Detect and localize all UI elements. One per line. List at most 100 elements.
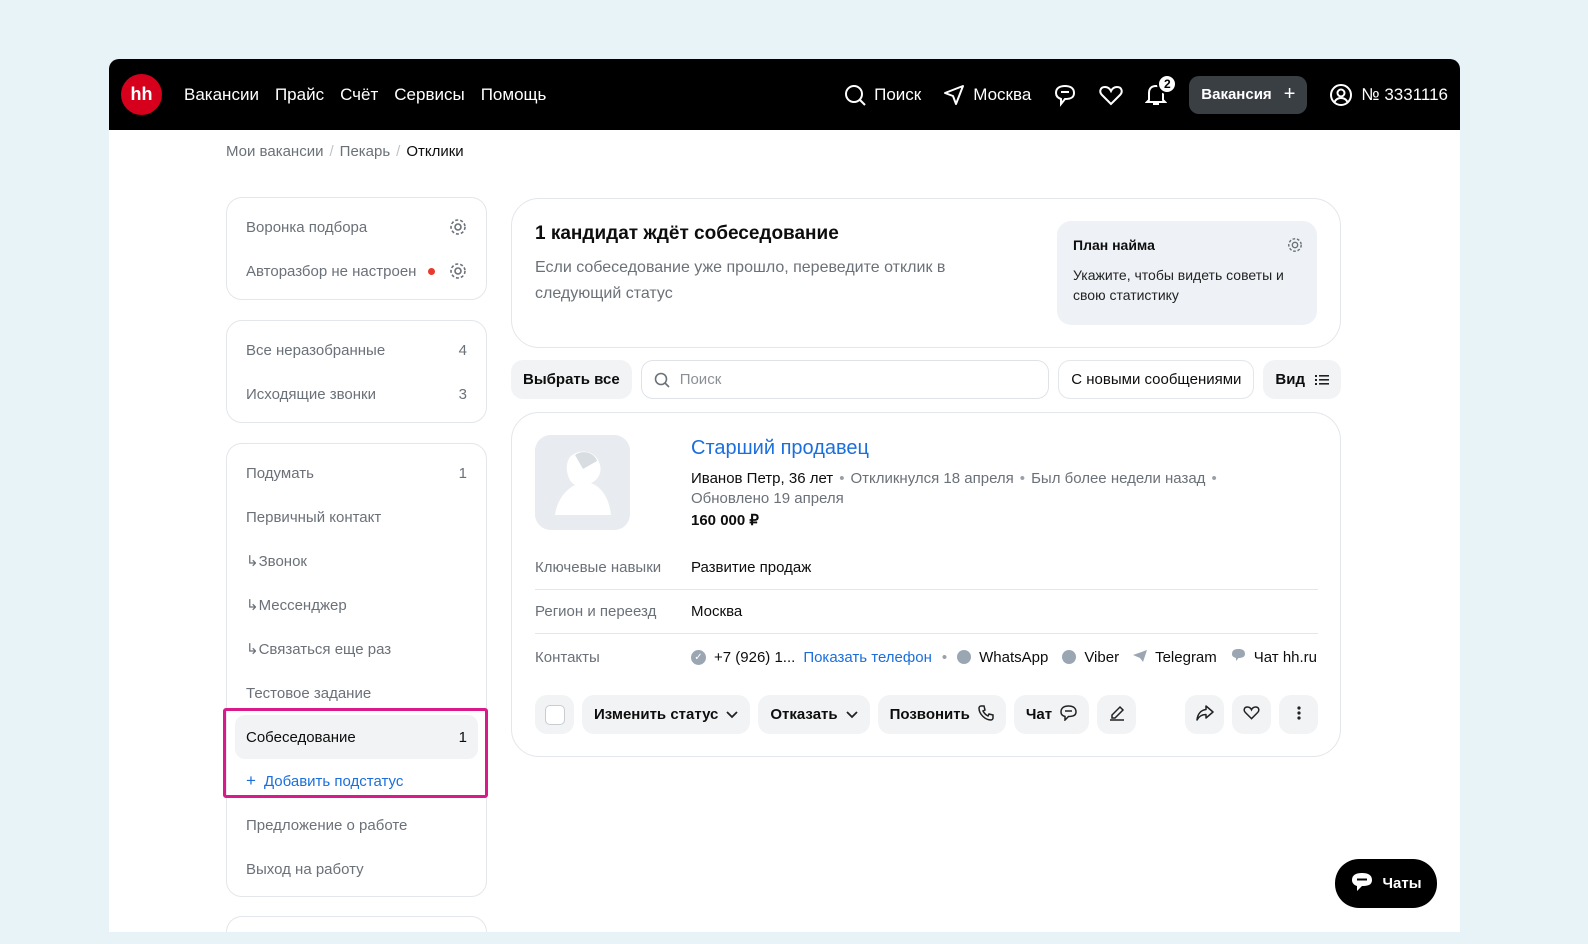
nav-price[interactable]: Прайс [275, 85, 324, 105]
sidebar-status-box: Подумать 1 Первичный контакт ↳Звонок ↳Ме… [226, 443, 487, 897]
account-menu[interactable]: № 3331116 [1329, 83, 1448, 107]
share-button[interactable] [1185, 695, 1224, 734]
actions-spacer [1144, 695, 1177, 734]
show-phone-link[interactable]: Показать телефон [803, 649, 932, 666]
call-button[interactable]: Позвонить [877, 695, 1006, 734]
hh-chat-link[interactable]: Чат hh.ru [1254, 649, 1317, 666]
sidebar-item-job-offer[interactable]: Предложение о работе [227, 803, 486, 847]
whatsapp-icon [957, 650, 972, 664]
interview-info-card: 1 кандидат ждёт собеседование Если собес… [511, 198, 1341, 348]
sidebar-item-autosort[interactable]: Авторазбор не настроен [227, 249, 486, 293]
sidebar-item-label: Выход на работу [246, 860, 364, 878]
call-label: Позвонить [889, 706, 970, 723]
chat-button[interactable]: Чат [1013, 695, 1090, 734]
sidebar-item-primary-contact[interactable]: Первичный контакт [227, 495, 486, 539]
skills-row: Ключевые навыки Развитие продаж [535, 546, 1318, 590]
checkbox[interactable] [544, 704, 565, 725]
substatus-arrow-icon: ↳ [246, 597, 259, 614]
breadcrumb: Мои вакансии / Пекарь / Отклики [226, 143, 464, 160]
chat-bubble-icon[interactable] [1053, 83, 1077, 107]
sidebar-item-start-work[interactable]: Выход на работу [227, 847, 486, 891]
sidebar-item-count: 3 [458, 385, 467, 403]
contacts-label: Контакты [535, 648, 600, 666]
hh-chat-icon [1231, 648, 1246, 666]
sidebar-item-outgoing-calls[interactable]: Исходящие звонки 3 [227, 372, 486, 416]
city-link[interactable]: Москва [943, 84, 1031, 106]
warning-dot-icon [428, 267, 435, 275]
city-label: Москва [973, 84, 1032, 104]
region-row: Регион и переезд Москва [535, 590, 1318, 634]
candidate-name: Иванов Петр, 36 лет [691, 470, 834, 487]
new-messages-filter-button[interactable]: С новыми сообщениями [1058, 360, 1255, 399]
chevron-down-icon [726, 706, 739, 723]
breadcrumb-my-vacancies[interactable]: Мои вакансии [226, 143, 323, 160]
search-link[interactable]: Поиск [844, 84, 921, 106]
reject-button[interactable]: Отказать [758, 695, 870, 734]
candidate-salary: 160 000 ₽ [691, 512, 759, 529]
breadcrumb-current: Отклики [406, 143, 464, 160]
sidebar-item-think[interactable]: Подумать 1 [227, 451, 486, 495]
breadcrumb-separator: / [329, 143, 334, 160]
notifications-bell-icon[interactable]: 2 [1145, 73, 1178, 107]
substatus-arrow-icon: ↳ [246, 553, 259, 570]
phone-icon [978, 704, 994, 725]
sidebar-item-all-unsorted[interactable]: Все неразобранные 4 [227, 328, 486, 372]
chats-label: Чаты [1382, 875, 1422, 892]
breadcrumb-vacancy[interactable]: Пекарь [340, 143, 391, 160]
favorite-button[interactable] [1232, 695, 1271, 734]
list-view-icon [1315, 374, 1329, 386]
select-all-button[interactable]: Выбрать все [511, 360, 632, 399]
sidebar-item-messenger[interactable]: ↳Мессенджер [227, 583, 486, 627]
create-vacancy-button[interactable]: Вакансия + [1189, 75, 1308, 114]
sidebar-item-label: Все неразобранные [246, 341, 386, 359]
candidate-responded-date: Откликнулся 18 апреля [850, 470, 1014, 487]
sidebar-item-call[interactable]: ↳Звонок [227, 539, 486, 583]
nav-help[interactable]: Помощь [481, 85, 547, 105]
hiring-plan-card[interactable]: План найма Укажите, чтобы видеть советы … [1057, 221, 1317, 325]
chats-floating-button[interactable]: Чаты [1335, 859, 1437, 908]
phone-number: +7 (926) 1... [714, 648, 796, 666]
sidebar-next-box [226, 916, 487, 932]
responses-toolbar: Выбрать все Поиск С новыми сообщениями В… [511, 360, 1341, 399]
sidebar-item-count: 4 [458, 341, 467, 359]
sidebar-item-label: Исходящие звонки [246, 385, 376, 403]
gear-icon[interactable] [449, 218, 467, 236]
nav-services[interactable]: Сервисы [394, 85, 464, 105]
sidebar-item-contact-again[interactable]: ↳Связаться еще раз [227, 627, 486, 671]
candidate-updated-date: Обновлено 19 апреля [691, 490, 844, 507]
sidebar-item-count: 1 [458, 464, 467, 482]
region-label: Регион и переезд [535, 603, 657, 620]
skills-label: Ключевые навыки [535, 559, 662, 576]
view-label: Вид [1275, 371, 1305, 388]
search-label: Поиск [874, 84, 922, 104]
avatar-placeholder-icon [535, 435, 630, 530]
whatsapp-link[interactable]: WhatsApp [979, 649, 1048, 666]
change-status-button[interactable]: Изменить статус [582, 695, 751, 734]
candidate-avatar [535, 435, 630, 530]
nav-account-bill[interactable]: Счёт [340, 85, 378, 105]
view-button[interactable]: Вид [1263, 360, 1341, 399]
sidebar-item-label: Воронка подбора [246, 218, 368, 236]
skills-value: Развитие продаж [691, 559, 812, 576]
edit-button[interactable] [1097, 695, 1137, 734]
more-button[interactable] [1279, 695, 1318, 734]
share-arrow-icon [1195, 704, 1214, 725]
user-circle-icon [1329, 83, 1353, 107]
select-candidate-checkbox[interactable] [535, 695, 574, 734]
hh-logo[interactable]: hh [121, 74, 162, 115]
create-vacancy-label: Вакансия [1201, 86, 1272, 103]
candidate-job-title-link[interactable]: Старший продавец [691, 437, 869, 460]
nav-vacancies[interactable]: Вакансии [184, 85, 259, 105]
gear-icon[interactable] [449, 262, 467, 280]
candidate-actions: Изменить статус Отказать Позвонить Чат [535, 695, 1318, 734]
candidate-last-seen: Был более недели назад [1031, 470, 1206, 487]
plus-icon: + [1283, 83, 1296, 105]
gear-icon[interactable] [1287, 237, 1303, 253]
heart-icon[interactable] [1099, 84, 1123, 106]
sidebar-item-funnel[interactable]: Воронка подбора [227, 205, 486, 249]
search-input[interactable]: Поиск [640, 360, 1050, 399]
sidebar-item-label: Первичный контакт [246, 508, 382, 526]
telegram-link[interactable]: Telegram [1155, 649, 1217, 666]
reject-label: Отказать [770, 706, 838, 723]
viber-link[interactable]: Viber [1084, 649, 1119, 666]
